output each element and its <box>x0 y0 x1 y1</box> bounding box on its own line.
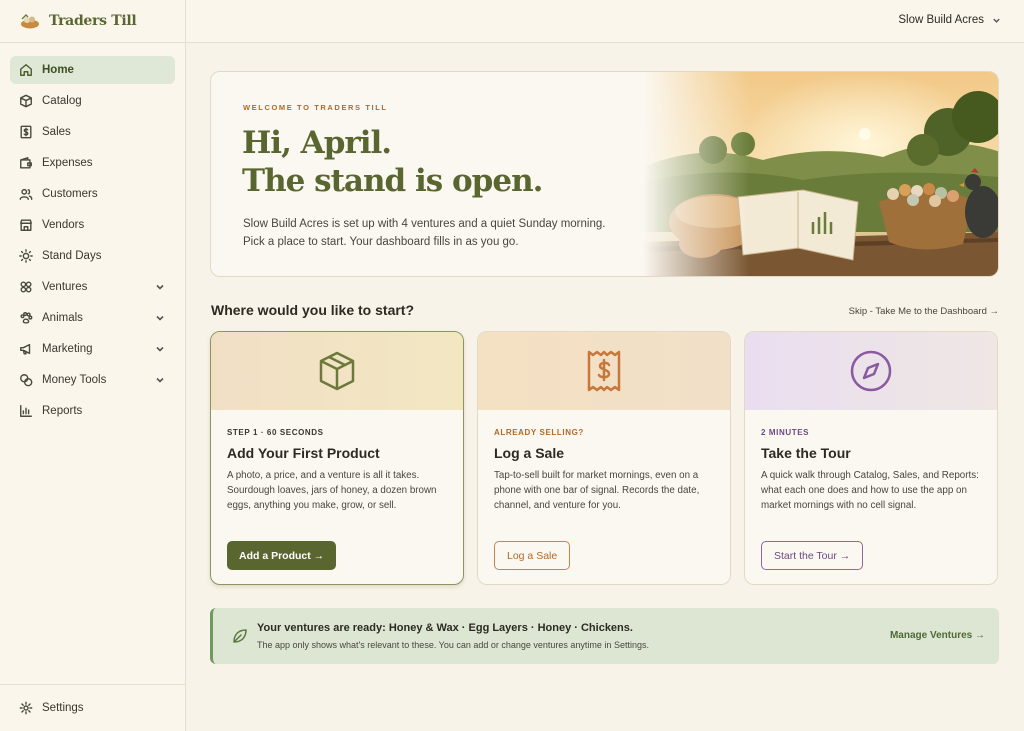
wallet-icon <box>18 156 33 171</box>
topbar: Slow Build Acres <box>186 0 1024 43</box>
hero-title: Hi, April. The stand is open. <box>242 124 543 200</box>
card-title: Log a Sale <box>494 445 565 461</box>
sidebar-item-label: Reports <box>42 405 83 417</box>
leaf-icon <box>231 627 249 645</box>
add-product-button[interactable]: Add a Product → <box>227 541 337 570</box>
card-description: A photo, a price, and a venture is all i… <box>227 470 437 512</box>
sidebar-item-label: Customers <box>42 188 98 200</box>
card-log-sale[interactable]: ALREADY SELLING? Log a Sale Tap-to-sell … <box>477 331 731 585</box>
hero-body: Slow Build Acres is set up with 4 ventur… <box>243 218 606 248</box>
card-title: Add Your First Product <box>227 445 380 461</box>
card-add-product[interactable]: STEP 1 · 60 SECONDS Add Your First Produ… <box>210 331 464 585</box>
farm-stand-illustration <box>643 72 998 276</box>
box-icon <box>18 94 33 109</box>
card-description: Tap-to-sell built for market mornings, e… <box>494 470 700 512</box>
sidebar-item-label: Stand Days <box>42 250 102 262</box>
sidebar-item-label: Expenses <box>42 157 93 169</box>
sidebar-item-label: Home <box>42 64 74 76</box>
sidebar-item-label: Catalog <box>42 95 82 107</box>
sidebar-item-label: Money Tools <box>42 374 107 386</box>
sidebar-footer: Settings <box>0 684 185 731</box>
skip-to-dashboard-link[interactable]: Skip - Take Me to the Dashboard → <box>849 306 999 317</box>
account-name: Slow Build Acres <box>898 14 984 26</box>
paw-icon <box>18 311 33 326</box>
card-step: ALREADY SELLING? <box>494 428 584 437</box>
sidebar-item-label: Settings <box>42 702 84 714</box>
sidebar-item-stand-days[interactable]: Stand Days <box>10 242 175 270</box>
sidebar-nav: Home Catalog Sales Expenses Customers Ve… <box>0 43 185 425</box>
chevron-down-icon[interactable] <box>155 282 165 292</box>
home-icon <box>18 63 33 78</box>
card-step: STEP 1 · 60 SECONDS <box>227 428 324 437</box>
hero-eyebrow: WELCOME TO TRADERS TILL <box>243 103 388 112</box>
account-switcher[interactable]: Slow Build Acres <box>898 14 1001 26</box>
card-header <box>211 332 463 410</box>
sidebar-item-vendors[interactable]: Vendors <box>10 211 175 239</box>
chevron-down-icon[interactable] <box>155 313 165 323</box>
sidebar-item-label: Animals <box>42 312 83 324</box>
card-header <box>478 332 730 410</box>
ventures-icon <box>18 280 33 295</box>
chevron-down-icon[interactable] <box>155 344 165 354</box>
users-icon <box>18 187 33 202</box>
sidebar-item-settings[interactable]: Settings <box>10 694 175 722</box>
store-icon <box>18 218 33 233</box>
sidebar-item-animals[interactable]: Animals <box>10 304 175 332</box>
section-title: Where would you like to start? <box>211 302 415 318</box>
brand-name: Traders Till <box>49 13 137 29</box>
sidebar-item-ventures[interactable]: Ventures <box>10 273 175 301</box>
banner-subtitle: The app only shows what's relevant to th… <box>257 640 649 650</box>
sidebar-item-marketing[interactable]: Marketing <box>10 335 175 363</box>
sun-icon <box>18 249 33 264</box>
chevron-down-icon <box>992 16 1001 25</box>
dollar-icon <box>18 125 33 140</box>
sidebar-item-label: Sales <box>42 126 71 138</box>
bar-chart-icon <box>18 404 33 419</box>
card-take-tour[interactable]: 2 MINUTES Take the Tour A quick walk thr… <box>744 331 998 585</box>
card-description: A quick walk through Catalog, Sales, and… <box>761 470 979 512</box>
ventures-banner: Your ventures are ready: Honey & Wax · E… <box>210 608 999 664</box>
coins-icon <box>18 373 33 388</box>
brand[interactable]: Traders Till <box>0 0 185 43</box>
banner-title: Your ventures are ready: Honey & Wax · E… <box>257 622 633 634</box>
megaphone-icon <box>18 342 33 357</box>
card-header <box>745 332 997 410</box>
manage-ventures-link[interactable]: Manage Ventures → <box>890 630 985 641</box>
start-tour-button[interactable]: Start the Tour → <box>761 541 864 570</box>
hero-title-line-2: The stand is open. <box>242 163 543 199</box>
sidebar-item-label: Marketing <box>42 343 93 355</box>
card-title: Take the Tour <box>761 445 851 461</box>
chevron-down-icon[interactable] <box>155 375 165 385</box>
receipt-dollar-icon <box>587 350 621 392</box>
hero-title-line-1: Hi, April. <box>242 125 392 161</box>
sidebar-item-reports[interactable]: Reports <box>10 397 175 425</box>
compass-icon <box>850 350 892 392</box>
farm-stand-logo-icon <box>21 14 39 29</box>
card-step: 2 MINUTES <box>761 428 810 437</box>
sidebar-item-sales[interactable]: Sales <box>10 118 175 146</box>
sidebar-item-money-tools[interactable]: Money Tools <box>10 366 175 394</box>
sidebar-item-home[interactable]: Home <box>10 56 175 84</box>
gear-icon <box>18 701 33 716</box>
sidebar-item-expenses[interactable]: Expenses <box>10 149 175 177</box>
sidebar-item-catalog[interactable]: Catalog <box>10 87 175 115</box>
sidebar-item-label: Ventures <box>42 281 88 293</box>
sidebar-item-customers[interactable]: Customers <box>10 180 175 208</box>
log-sale-button[interactable]: Log a Sale <box>494 541 571 570</box>
box-icon <box>319 351 355 391</box>
welcome-hero: WELCOME TO TRADERS TILL Hi, April. The s… <box>210 71 999 277</box>
sidebar-item-label: Vendors <box>42 219 85 231</box>
sidebar: Traders Till Home Catalog Sales Expenses… <box>0 0 186 731</box>
